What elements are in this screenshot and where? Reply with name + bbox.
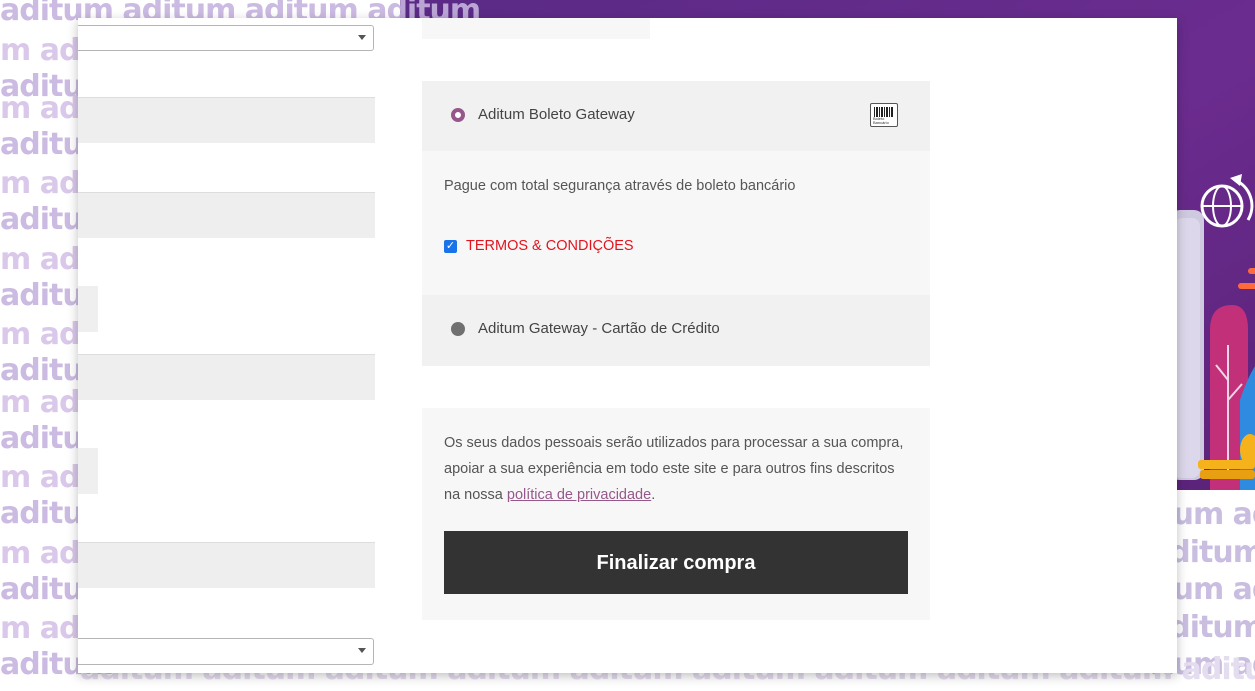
watermark-row: m adi xyxy=(0,536,90,571)
place-order: Os seus dados pessoais serão utilizados … xyxy=(422,408,930,620)
terms-link[interactable]: TERMOS & CONDIÇÕES xyxy=(466,238,634,254)
number-field[interactable] xyxy=(78,286,98,332)
payment-method-boleto[interactable]: Aditum Boleto Gateway Boleto Bancário xyxy=(422,81,930,151)
state-select[interactable] xyxy=(78,638,374,665)
city-field[interactable] xyxy=(78,354,375,400)
phone-field[interactable] xyxy=(78,542,375,588)
barcode-caption: Boleto Bancário xyxy=(873,116,889,125)
watermark-row: m adi xyxy=(0,611,90,646)
checkout-panel: Aditum Boleto Gateway Boleto Bancário Pa… xyxy=(78,18,1177,673)
decorative-illustration xyxy=(1170,170,1255,490)
watermark-row: m adi xyxy=(0,385,90,420)
place-order-button[interactable]: Finalizar compra xyxy=(444,531,908,594)
address-field[interactable] xyxy=(78,97,375,143)
radio-boleto[interactable] xyxy=(451,108,465,122)
terms-checkbox[interactable]: ✓ xyxy=(444,240,457,253)
chevron-down-icon xyxy=(358,648,366,653)
chevron-down-icon xyxy=(358,35,366,40)
country-select[interactable] xyxy=(78,25,374,51)
payment-method-description: Pague com total segurança através de bol… xyxy=(444,178,796,194)
complement-field[interactable] xyxy=(78,448,98,494)
watermark-row: m adi xyxy=(0,460,90,495)
barcode-icon: Boleto Bancário xyxy=(870,103,898,127)
address-field-2[interactable] xyxy=(78,192,375,238)
illustration-graphic xyxy=(1170,174,1255,490)
watermark-row: m adi xyxy=(0,166,90,201)
privacy-text-after: . xyxy=(651,487,656,503)
privacy-policy-text: Os seus dados pessoais serão utilizados … xyxy=(444,430,914,508)
payment-methods: Aditum Boleto Gateway Boleto Bancário Pa… xyxy=(422,81,930,366)
payment-method-label: Aditum Boleto Gateway xyxy=(478,106,635,123)
order-review-strip xyxy=(422,18,650,39)
watermark-row: m adi xyxy=(0,317,90,352)
payment-method-label: Aditum Gateway - Cartão de Crédito xyxy=(478,320,720,337)
watermark-row: m adi xyxy=(0,242,90,277)
privacy-policy-link[interactable]: política de privacidade xyxy=(507,487,651,503)
payment-method-credit[interactable]: Aditum Gateway - Cartão de Crédito xyxy=(422,295,930,366)
radio-credit[interactable] xyxy=(451,322,465,336)
